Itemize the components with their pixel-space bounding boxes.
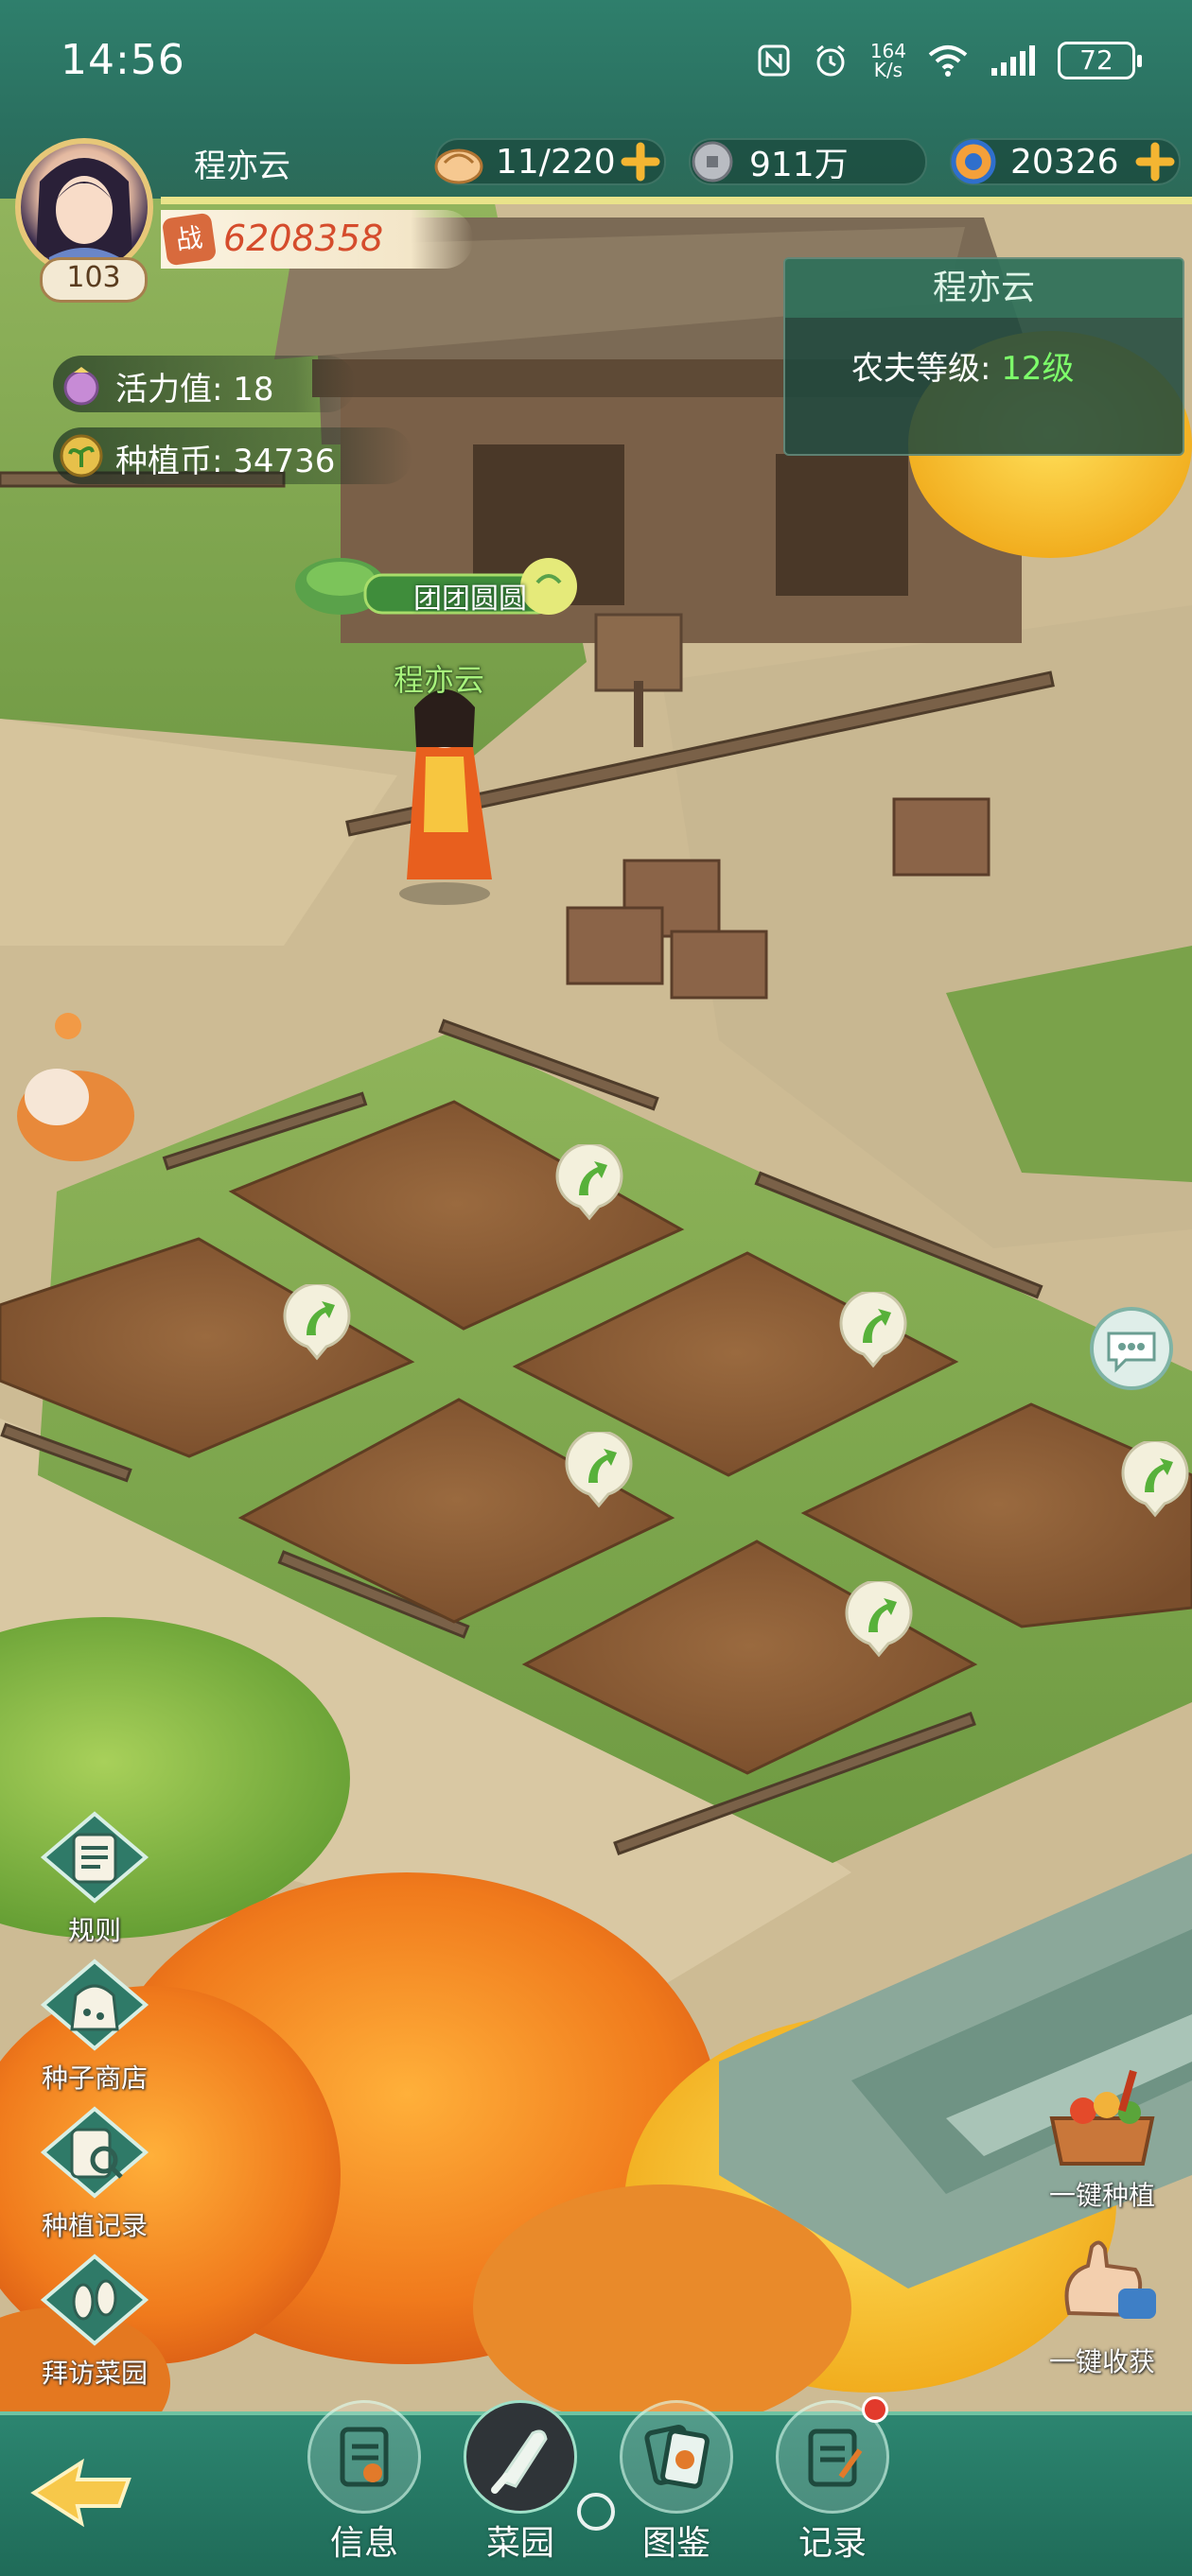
player-name: 程亦云 (194, 148, 290, 185)
chat-bubble-button[interactable] (1088, 1305, 1175, 1392)
planting-record-label: 种植记录 (41, 2210, 148, 2241)
info-scroll-icon (340, 2427, 389, 2487)
coin-value: 911万 (749, 146, 849, 184)
status-icons: 164 K/s 72 (757, 38, 1142, 83)
wifi-icon (928, 45, 968, 77)
system-home-indicator[interactable] (577, 2493, 615, 2531)
copper-coin-icon (692, 141, 733, 183)
player-avatar[interactable]: 103 (9, 132, 161, 303)
one-click-plant-label: 一键种植 (1048, 2180, 1155, 2211)
one-click-harvest-button[interactable]: 一键收获 (1031, 2228, 1173, 2379)
seed-bag-icon (40, 1958, 149, 2051)
combat-power-icon: 战 (161, 212, 218, 267)
collection-book-icon (644, 2425, 710, 2489)
plant-coin-text: 种植币: 34736 (115, 443, 336, 480)
farmer-level-row: 农夫等级: 12级 (851, 342, 1075, 389)
battery-indicator: 72 (1058, 42, 1142, 79)
tab-record-label: 记录 (798, 2524, 867, 2563)
player-level-badge: 103 (40, 257, 148, 303)
tab-info-circle (307, 2400, 421, 2514)
tab-garden-circle (464, 2400, 577, 2514)
clock-time: 14:56 (61, 36, 185, 84)
plant-coin-chip: 种植币: 34736 (53, 427, 412, 484)
plot-sprout-icon[interactable] (844, 1581, 914, 1659)
harvest-hand-icon (1064, 2240, 1156, 2319)
gem-value: 20326 (1010, 142, 1119, 182)
plot-sprout-icon[interactable] (838, 1292, 908, 1369)
plot-sprout-icon[interactable] (554, 1144, 624, 1222)
planting-basket-icon (1049, 2069, 1155, 2166)
visit-garden-button[interactable]: 拜访菜园 (28, 2249, 161, 2391)
one-click-plant-button[interactable]: 一键种植 (1031, 2062, 1173, 2213)
guild-name-text: 团团圆圆 (413, 583, 527, 616)
character-name-label[interactable]: 程亦云 (394, 656, 484, 700)
plot-sprout-icon[interactable] (564, 1432, 634, 1509)
tab-garden-label: 菜园 (485, 2524, 554, 2563)
plot-sprout-icon[interactable] (282, 1284, 352, 1362)
rules-button[interactable]: 规则 (28, 1806, 161, 1948)
record-notification-dot (862, 2396, 888, 2423)
magnifier-record-icon (40, 2106, 149, 2199)
vitality-pouch-icon (63, 367, 99, 406)
shovel-icon (491, 2429, 548, 2494)
visit-garden-label: 拜访菜园 (41, 2358, 148, 2389)
farmer-level-label: 农夫等级: (851, 350, 991, 388)
tab-collection[interactable]: 图鉴 (615, 2400, 738, 2563)
footprints-icon (40, 2254, 149, 2346)
food-value: 11/220 (496, 142, 616, 182)
add-food-button[interactable] (621, 142, 660, 182)
one-click-harvest-label: 一键收获 (1048, 2346, 1155, 2377)
vitality-chip: 活力值: 18 (53, 356, 356, 412)
system-status-bar: 14:56 164 K/s 72 (0, 0, 1192, 132)
tab-collection-circle (620, 2400, 733, 2514)
nfc-icon (758, 44, 790, 77)
planting-record-button[interactable]: 种植记录 (28, 2101, 161, 2243)
farmer-level-value: 12级 (1001, 350, 1075, 388)
farmer-info-card[interactable]: 程亦云 农夫等级: 12级 (783, 257, 1184, 456)
farmer-card-name: 程亦云 (785, 259, 1183, 318)
gem-resource-pill: 20326 (950, 138, 1181, 185)
tab-record[interactable]: 记录 (771, 2396, 894, 2563)
experience-line (161, 197, 1192, 204)
seed-shop-button[interactable]: 种子商店 (28, 1954, 161, 2096)
tab-info[interactable]: 信息 (303, 2400, 426, 2563)
back-arrow-button[interactable] (25, 2455, 138, 2531)
plot-sprout-icon[interactable] (1120, 1441, 1190, 1519)
add-gem-button[interactable] (1135, 142, 1175, 182)
coin-resource-pill: 911万 (689, 138, 927, 185)
tab-garden[interactable]: 菜园 (459, 2400, 582, 2563)
signal-icon (991, 45, 1035, 76)
avatar-portrait (15, 138, 153, 276)
vitality-text: 活力值: 18 (115, 371, 274, 409)
tab-info-label: 信息 (329, 2524, 398, 2563)
steamed-bun-icon (434, 148, 483, 184)
tab-collection-label: 图鉴 (641, 2524, 710, 2563)
combat-power-value: 6208358 (223, 218, 384, 259)
alarm-icon (815, 44, 845, 77)
seed-shop-label: 种子商店 (41, 2063, 148, 2094)
rules-label: 规则 (67, 1915, 121, 1946)
avatar-face-icon (36, 158, 132, 270)
food-resource-pill: 11/220 (434, 138, 666, 185)
rules-scroll-icon (40, 1811, 149, 1904)
network-speed: 164 K/s (869, 40, 906, 81)
gem-swirl-icon (951, 139, 996, 184)
plant-coin-icon (60, 434, 103, 478)
